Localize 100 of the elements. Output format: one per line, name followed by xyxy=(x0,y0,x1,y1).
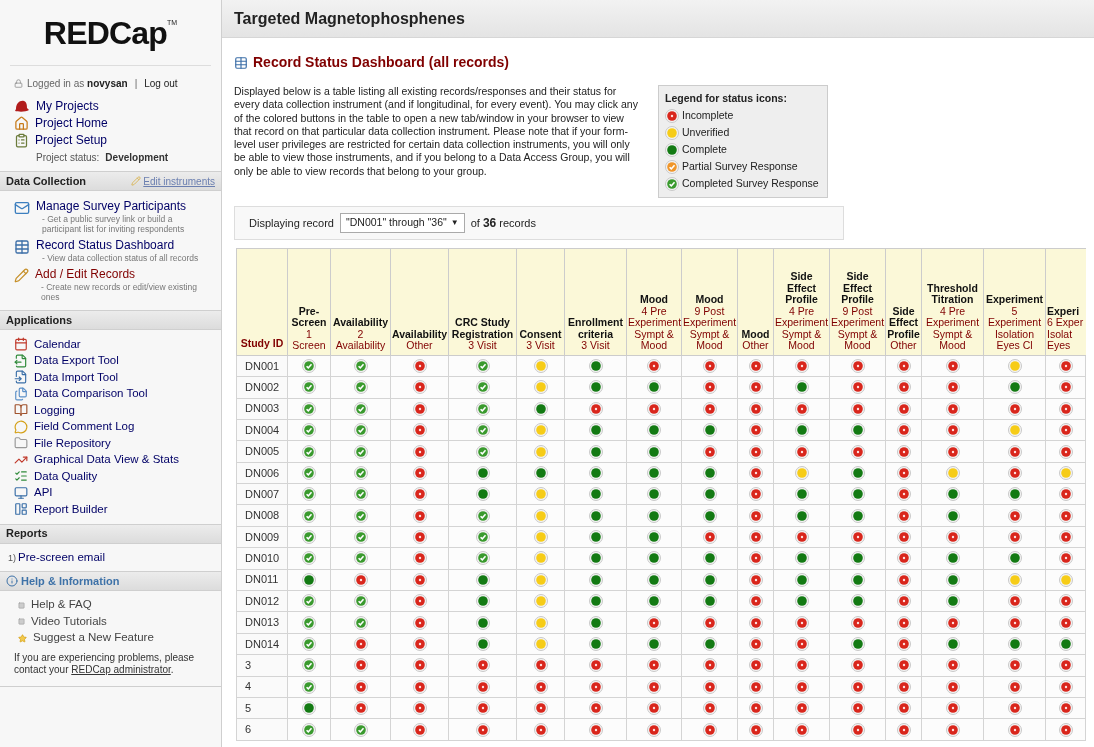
status-icon[interactable] xyxy=(412,423,427,438)
status-icon[interactable] xyxy=(588,508,603,523)
status-icon[interactable] xyxy=(850,423,865,438)
status-icon[interactable] xyxy=(945,508,960,523)
status-icon[interactable] xyxy=(1058,508,1073,523)
status-icon[interactable] xyxy=(702,637,717,651)
status-icon[interactable] xyxy=(850,465,865,480)
status-icon[interactable] xyxy=(588,423,603,438)
status-icon[interactable] xyxy=(896,679,911,694)
status-icon[interactable] xyxy=(647,722,661,737)
nav-link[interactable]: Record Status Dashboard xyxy=(36,238,199,253)
status-icon[interactable] xyxy=(588,615,603,630)
help-link[interactable]: Suggest a New Feature xyxy=(33,629,154,647)
status-icon[interactable] xyxy=(475,465,490,480)
status-icon[interactable] xyxy=(412,401,427,416)
status-icon[interactable] xyxy=(647,444,661,459)
status-icon[interactable] xyxy=(1007,679,1022,694)
status-icon[interactable] xyxy=(896,701,911,716)
status-icon[interactable] xyxy=(850,380,865,395)
status-icon[interactable] xyxy=(647,487,661,502)
status-icon[interactable] xyxy=(748,701,763,716)
status-icon[interactable] xyxy=(475,423,490,438)
nav-link[interactable]: Data Import Tool xyxy=(34,368,119,386)
status-icon[interactable] xyxy=(588,530,603,545)
status-icon[interactable] xyxy=(850,701,865,716)
status-icon[interactable] xyxy=(647,572,661,587)
status-icon[interactable] xyxy=(1058,358,1073,373)
status-icon[interactable] xyxy=(647,615,661,630)
status-icon[interactable] xyxy=(412,722,427,737)
status-icon[interactable] xyxy=(475,594,490,609)
nav-link[interactable]: Data Quality xyxy=(34,467,98,485)
status-icon[interactable] xyxy=(353,465,368,480)
status-icon[interactable] xyxy=(647,679,661,694)
status-icon[interactable] xyxy=(1058,487,1073,502)
status-icon[interactable] xyxy=(353,551,368,566)
status-icon[interactable] xyxy=(475,551,490,566)
status-icon[interactable] xyxy=(748,722,763,737)
status-icon[interactable] xyxy=(412,637,427,651)
status-icon[interactable] xyxy=(1058,637,1073,651)
status-icon[interactable] xyxy=(748,530,763,545)
nav-link[interactable]: Add / Edit Records xyxy=(35,267,207,282)
status-icon[interactable] xyxy=(647,551,661,566)
status-icon[interactable] xyxy=(702,551,717,566)
status-icon[interactable] xyxy=(588,658,603,673)
status-icon[interactable] xyxy=(850,530,865,545)
status-icon[interactable] xyxy=(412,572,427,587)
status-icon[interactable] xyxy=(945,615,960,630)
status-icon[interactable] xyxy=(896,658,911,673)
status-icon[interactable] xyxy=(302,658,316,673)
status-icon[interactable] xyxy=(850,551,865,566)
status-icon[interactable] xyxy=(353,701,368,716)
status-icon[interactable] xyxy=(302,358,316,373)
record-range-select[interactable]: "DN001" through "36" ▼ xyxy=(340,212,465,233)
status-icon[interactable] xyxy=(647,701,661,716)
status-icon[interactable] xyxy=(353,658,368,673)
status-icon[interactable] xyxy=(748,572,763,587)
status-icon[interactable] xyxy=(702,465,717,480)
status-icon[interactable] xyxy=(533,701,548,716)
status-icon[interactable] xyxy=(794,508,809,523)
status-icon[interactable] xyxy=(1058,380,1073,395)
status-icon[interactable] xyxy=(702,423,717,438)
status-icon[interactable] xyxy=(302,722,316,737)
status-icon[interactable] xyxy=(302,508,316,523)
status-icon[interactable] xyxy=(702,572,717,587)
status-icon[interactable] xyxy=(533,658,548,673)
status-icon[interactable] xyxy=(794,551,809,566)
status-icon[interactable] xyxy=(647,401,661,416)
status-icon[interactable] xyxy=(1058,401,1073,416)
status-icon[interactable] xyxy=(647,508,661,523)
status-icon[interactable] xyxy=(945,722,960,737)
nav-link[interactable]: File Repository xyxy=(34,434,111,452)
status-icon[interactable] xyxy=(302,551,316,566)
status-icon[interactable] xyxy=(475,508,490,523)
status-icon[interactable] xyxy=(475,658,490,673)
status-icon[interactable] xyxy=(1007,487,1022,502)
status-icon[interactable] xyxy=(794,401,809,416)
status-icon[interactable] xyxy=(588,358,603,373)
status-icon[interactable] xyxy=(896,722,911,737)
status-icon[interactable] xyxy=(945,358,960,373)
nav-link[interactable]: Project Home xyxy=(35,114,108,132)
status-icon[interactable] xyxy=(647,423,661,438)
status-icon[interactable] xyxy=(896,572,911,587)
help-link[interactable]: Video Tutorials xyxy=(31,612,107,631)
status-icon[interactable] xyxy=(302,701,316,716)
status-icon[interactable] xyxy=(588,679,603,694)
status-icon[interactable] xyxy=(1007,594,1022,609)
status-icon[interactable] xyxy=(412,358,427,373)
status-icon[interactable] xyxy=(896,358,911,373)
status-icon[interactable] xyxy=(896,380,911,395)
status-icon[interactable] xyxy=(353,615,368,630)
status-icon[interactable] xyxy=(588,551,603,566)
status-icon[interactable] xyxy=(475,487,490,502)
status-icon[interactable] xyxy=(588,637,603,651)
status-icon[interactable] xyxy=(748,551,763,566)
status-icon[interactable] xyxy=(794,679,809,694)
status-icon[interactable] xyxy=(748,508,763,523)
status-icon[interactable] xyxy=(748,594,763,609)
status-icon[interactable] xyxy=(896,615,911,630)
status-icon[interactable] xyxy=(896,594,911,609)
status-icon[interactable] xyxy=(475,530,490,545)
